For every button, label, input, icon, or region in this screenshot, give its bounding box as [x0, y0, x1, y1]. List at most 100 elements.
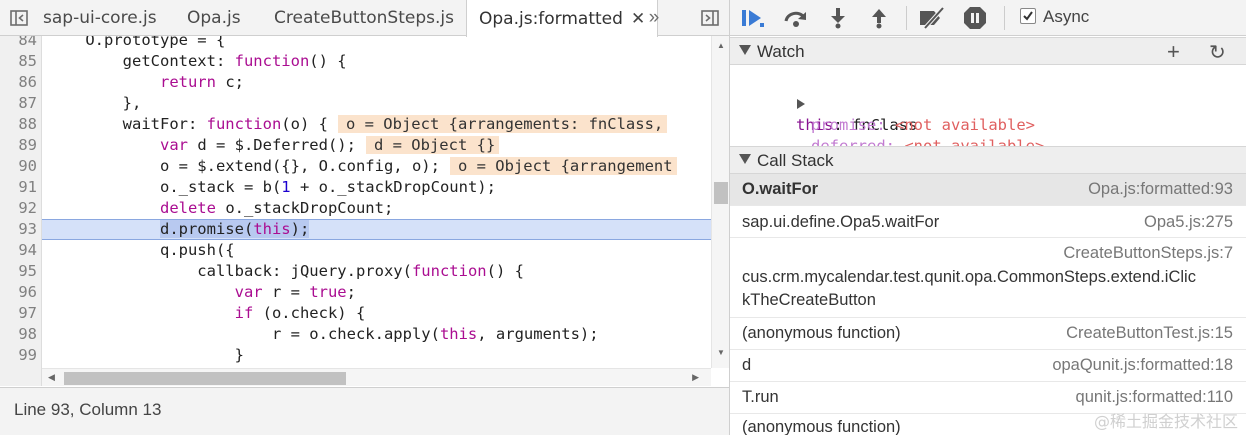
- call-frame[interactable]: (anonymous function) CreateButtonTest.js…: [730, 318, 1246, 350]
- line-number-current[interactable]: 93: [0, 219, 37, 240]
- async-checkbox[interactable]: [1020, 8, 1036, 24]
- cursor-position: Line 93, Column 13: [14, 400, 162, 419]
- toolbar-separator: [906, 6, 907, 30]
- call-frame-location[interactable]: Opa5.js:275: [1144, 213, 1233, 232]
- line-number[interactable]: 97: [0, 303, 37, 324]
- call-frame-location[interactable]: CreateButtonTest.js:15: [1066, 324, 1233, 343]
- code-line: if (o.check) {: [234, 304, 366, 322]
- call-frame[interactable]: CreateButtonSteps.js:7 cus.crm.mycalenda…: [730, 238, 1246, 318]
- code-editor[interactable]: 84 85 86 87 88 89 90 91 92 93 94 95 96 9…: [0, 36, 729, 368]
- call-stack-section-header[interactable]: Call Stack: [730, 146, 1246, 174]
- editor-tab-bar: sap-ui-core.js Opa.js CreateButtonSteps.…: [0, 0, 729, 37]
- checkmark-icon: [1023, 11, 1033, 21]
- resume-icon: [742, 10, 764, 27]
- inline-value: o = Object {arrangements: fnClass,: [337, 115, 668, 133]
- line-number[interactable]: 90: [0, 156, 37, 177]
- call-frame-name: (anonymous function): [742, 324, 901, 342]
- code-line: }: [48, 346, 244, 364]
- code-line: },: [48, 94, 142, 112]
- watch-item[interactable]: deferred: <not available>: [755, 115, 1044, 155]
- tab-opa[interactable]: Opa.js: [175, 0, 253, 36]
- scrollbar-thumb[interactable]: [714, 182, 728, 204]
- toolbar-separator: [1004, 6, 1005, 30]
- call-frame[interactable]: d opaQunit.js:formatted:18: [730, 350, 1246, 382]
- add-watch-button[interactable]: +: [1167, 39, 1180, 65]
- scroll-down-icon[interactable]: ▼: [717, 348, 725, 357]
- call-frame-name: sap.ui.define.Opa5.waitFor: [742, 213, 940, 231]
- expand-triangle-icon: [739, 154, 751, 164]
- tab-label: CreateButtonSteps.js: [274, 8, 454, 28]
- line-number[interactable]: 87: [0, 93, 37, 114]
- horizontal-scrollbar[interactable]: ◀ ▶: [42, 368, 711, 386]
- call-stack-title: Call Stack: [757, 151, 834, 170]
- refresh-icon[interactable]: ↻: [1209, 40, 1226, 65]
- expand-triangle-icon: [739, 45, 751, 55]
- watch-item-this[interactable]: this: fnClass: [740, 73, 917, 134]
- code-line: r = o.check.apply(this, arguments);: [48, 325, 599, 343]
- vertical-scrollbar[interactable]: ▲ ▼: [711, 36, 729, 368]
- status-bar: Line 93, Column 13: [0, 387, 729, 435]
- scroll-up-icon[interactable]: ▲: [717, 41, 725, 50]
- line-number[interactable]: 89: [0, 135, 37, 156]
- step-over-button[interactable]: [782, 4, 810, 32]
- line-number[interactable]: 96: [0, 282, 37, 303]
- call-frame[interactable]: sap.ui.define.Opa5.waitFor Opa5.js:275: [730, 206, 1246, 238]
- line-number[interactable]: 86: [0, 72, 37, 93]
- line-number[interactable]: 99: [0, 345, 37, 366]
- line-number[interactable]: 95: [0, 261, 37, 282]
- step-out-icon: [872, 9, 886, 29]
- code-line: delete o._stackDropCount;: [159, 199, 394, 217]
- line-number[interactable]: 84: [0, 36, 37, 51]
- call-frame-location[interactable]: qunit.js:formatted:110: [1076, 388, 1233, 407]
- code-line: var d = $.Deferred(); d = Object {}: [48, 135, 500, 156]
- call-frame-name: d: [742, 356, 752, 374]
- watch-section-header[interactable]: Watch + ↻: [730, 37, 1246, 65]
- code-line: o._stack = b(1 + o._stackDropCount);: [48, 178, 496, 196]
- code-line-current: d.promise(this);: [159, 220, 310, 238]
- more-tabs-button[interactable]: »: [640, 0, 668, 36]
- line-number[interactable]: 91: [0, 177, 37, 198]
- resume-button[interactable]: [738, 4, 766, 32]
- code-line: q.push({: [48, 241, 235, 259]
- code-line: return c;: [159, 73, 244, 91]
- step-out-button[interactable]: [865, 4, 893, 32]
- scroll-right-icon[interactable]: ▶: [692, 372, 699, 383]
- tab-sap-ui-core[interactable]: sap-ui-core.js: [31, 0, 169, 36]
- toggle-navigator-button[interactable]: [4, 0, 34, 36]
- call-frame-location[interactable]: CreateButtonSteps.js:7: [1063, 244, 1233, 263]
- call-frame-name: T.run: [742, 388, 779, 406]
- gutter-footer: [0, 368, 42, 386]
- watermark: @稀土掘金技术社区: [1093, 412, 1238, 431]
- code-line: o = $.extend({}, O.config, o); o = Object…: [48, 156, 677, 177]
- call-frame-location[interactable]: opaQunit.js:formatted:18: [1052, 356, 1233, 375]
- watch-item[interactable]: promise: <not available>: [755, 94, 1035, 134]
- code-line: var r = true;: [234, 283, 356, 301]
- scroll-left-icon[interactable]: ◀: [48, 372, 55, 383]
- editor-panel: sap-ui-core.js Opa.js CreateButtonSteps.…: [0, 0, 729, 435]
- code-line: waitFor: function(o) {o = Object {arrang…: [48, 114, 668, 135]
- tab-opa-formatted[interactable]: Opa.js:formatted ✕: [466, 0, 659, 37]
- call-frame-location[interactable]: Opa.js:formatted:93: [1088, 180, 1233, 199]
- tab-create-button-steps[interactable]: CreateButtonSteps.js: [262, 0, 466, 36]
- breakpoints-off-icon: [920, 7, 945, 29]
- panel-right-icon: [701, 10, 719, 26]
- scrollbar-thumb[interactable]: [64, 372, 346, 385]
- toggle-debugger-button[interactable]: [696, 0, 724, 36]
- line-number[interactable]: 98: [0, 324, 37, 345]
- code-line: callback: jQuery.proxy(function() {: [48, 262, 524, 280]
- inline-value: d = Object {}: [365, 136, 500, 154]
- line-number[interactable]: 88: [0, 114, 37, 135]
- deactivate-breakpoints-button[interactable]: [918, 4, 946, 32]
- line-number[interactable]: 92: [0, 198, 37, 219]
- call-frame-selected[interactable]: O.waitFor Opa.js:formatted:93: [730, 174, 1246, 206]
- line-number[interactable]: 85: [0, 51, 37, 72]
- async-label: Async: [1043, 7, 1090, 26]
- call-frame-name-line2: kTheCreateButton: [742, 291, 876, 309]
- step-into-button[interactable]: [824, 4, 852, 32]
- call-frame-name-line1: cus.crm.mycalendar.test.qunit.opa.Common…: [742, 268, 1196, 286]
- step-into-icon: [831, 8, 845, 29]
- pause-on-exceptions-button[interactable]: [961, 4, 989, 32]
- inline-value: o = Object {arrangement: [449, 157, 677, 175]
- tab-label: Opa.js:formatted: [479, 8, 623, 29]
- line-number[interactable]: 94: [0, 240, 37, 261]
